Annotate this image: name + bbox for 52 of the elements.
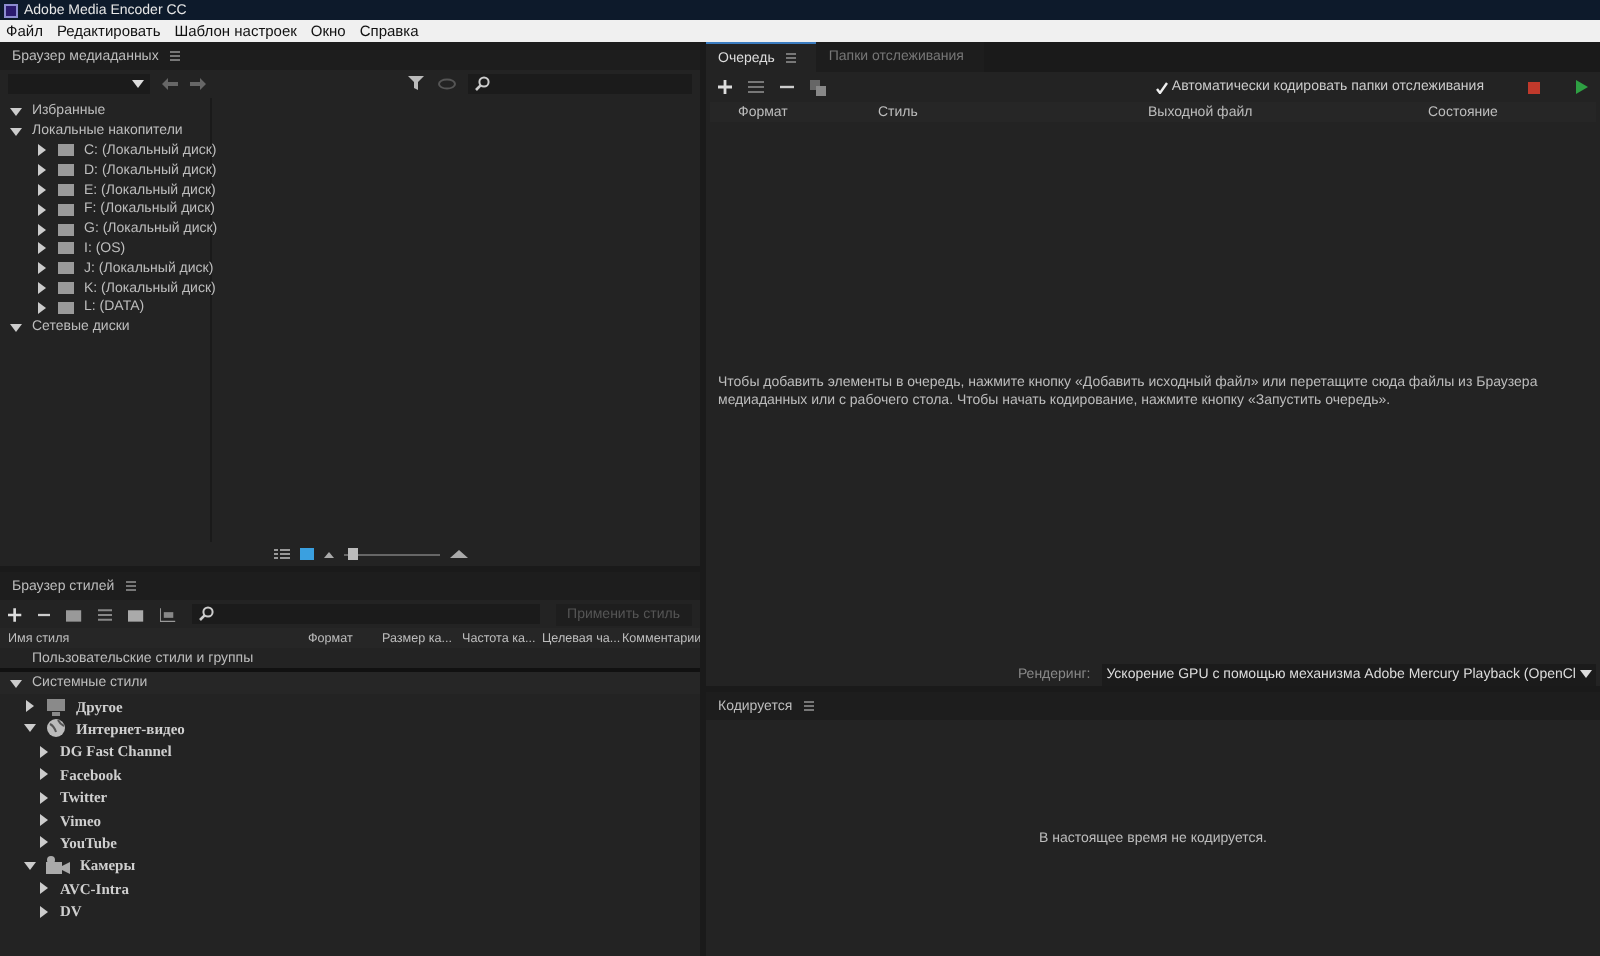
checkmark-icon[interactable] bbox=[1155, 81, 1168, 93]
collapse-triangle-icon[interactable] bbox=[10, 321, 22, 334]
expand-triangle-icon[interactable] bbox=[36, 242, 48, 255]
app-icon bbox=[4, 3, 18, 17]
panel-menu-icon[interactable] bbox=[126, 579, 137, 593]
export-icon[interactable] bbox=[160, 607, 176, 621]
play-icon[interactable] bbox=[1576, 80, 1588, 94]
forward-arrow-icon[interactable] bbox=[190, 78, 206, 90]
expand-triangle-icon[interactable] bbox=[36, 282, 48, 295]
search-icon bbox=[197, 606, 218, 622]
search-icon bbox=[474, 76, 494, 92]
thumbnail-view-icon[interactable] bbox=[299, 548, 313, 560]
small-mountain-icon bbox=[323, 551, 333, 557]
minus-icon[interactable] bbox=[780, 80, 794, 94]
collapse-triangle-icon[interactable] bbox=[24, 859, 36, 872]
large-mountain-icon bbox=[449, 550, 467, 558]
collapse-triangle-icon[interactable] bbox=[24, 722, 36, 735]
collapse-triangle-icon[interactable] bbox=[10, 125, 22, 138]
expand-triangle-icon[interactable] bbox=[38, 814, 50, 827]
expand-triangle-icon[interactable] bbox=[36, 164, 48, 177]
caret-icon bbox=[132, 79, 144, 89]
duplicate-icon[interactable] bbox=[810, 79, 826, 95]
stop-icon[interactable] bbox=[1528, 81, 1540, 93]
expand-triangle-icon[interactable] bbox=[38, 836, 50, 849]
monitor-icon bbox=[46, 697, 66, 716]
globe-icon bbox=[46, 718, 66, 739]
caret-icon bbox=[1580, 669, 1592, 679]
panel-menu-icon[interactable] bbox=[804, 699, 815, 713]
expand-triangle-icon[interactable] bbox=[24, 700, 36, 713]
expand-triangle-icon[interactable] bbox=[36, 262, 48, 275]
expand-triangle-icon[interactable] bbox=[36, 203, 48, 216]
expand-triangle-icon[interactable] bbox=[38, 905, 50, 918]
filter-icon[interactable] bbox=[408, 76, 426, 92]
collapse-triangle-icon[interactable] bbox=[10, 677, 22, 690]
search-field[interactable] bbox=[468, 74, 692, 94]
collapse-triangle-icon[interactable] bbox=[10, 105, 22, 118]
panel-menu-icon[interactable] bbox=[786, 51, 797, 65]
expand-triangle-icon[interactable] bbox=[38, 882, 50, 895]
expand-triangle-icon[interactable] bbox=[36, 144, 48, 157]
expand-triangle-icon[interactable] bbox=[38, 768, 50, 781]
search-field[interactable] bbox=[191, 604, 540, 624]
back-arrow-icon[interactable] bbox=[162, 78, 178, 90]
expand-triangle-icon[interactable] bbox=[38, 791, 50, 804]
list-view-icon[interactable] bbox=[273, 548, 289, 560]
add-icon[interactable] bbox=[8, 607, 22, 621]
add-icon[interactable] bbox=[718, 80, 732, 94]
expand-triangle-icon[interactable] bbox=[36, 301, 48, 314]
panel-menu-icon[interactable] bbox=[170, 49, 181, 63]
expand-triangle-icon[interactable] bbox=[36, 184, 48, 197]
camera-icon bbox=[46, 855, 70, 876]
expand-triangle-icon[interactable] bbox=[36, 223, 48, 236]
expand-triangle-icon[interactable] bbox=[38, 745, 50, 758]
